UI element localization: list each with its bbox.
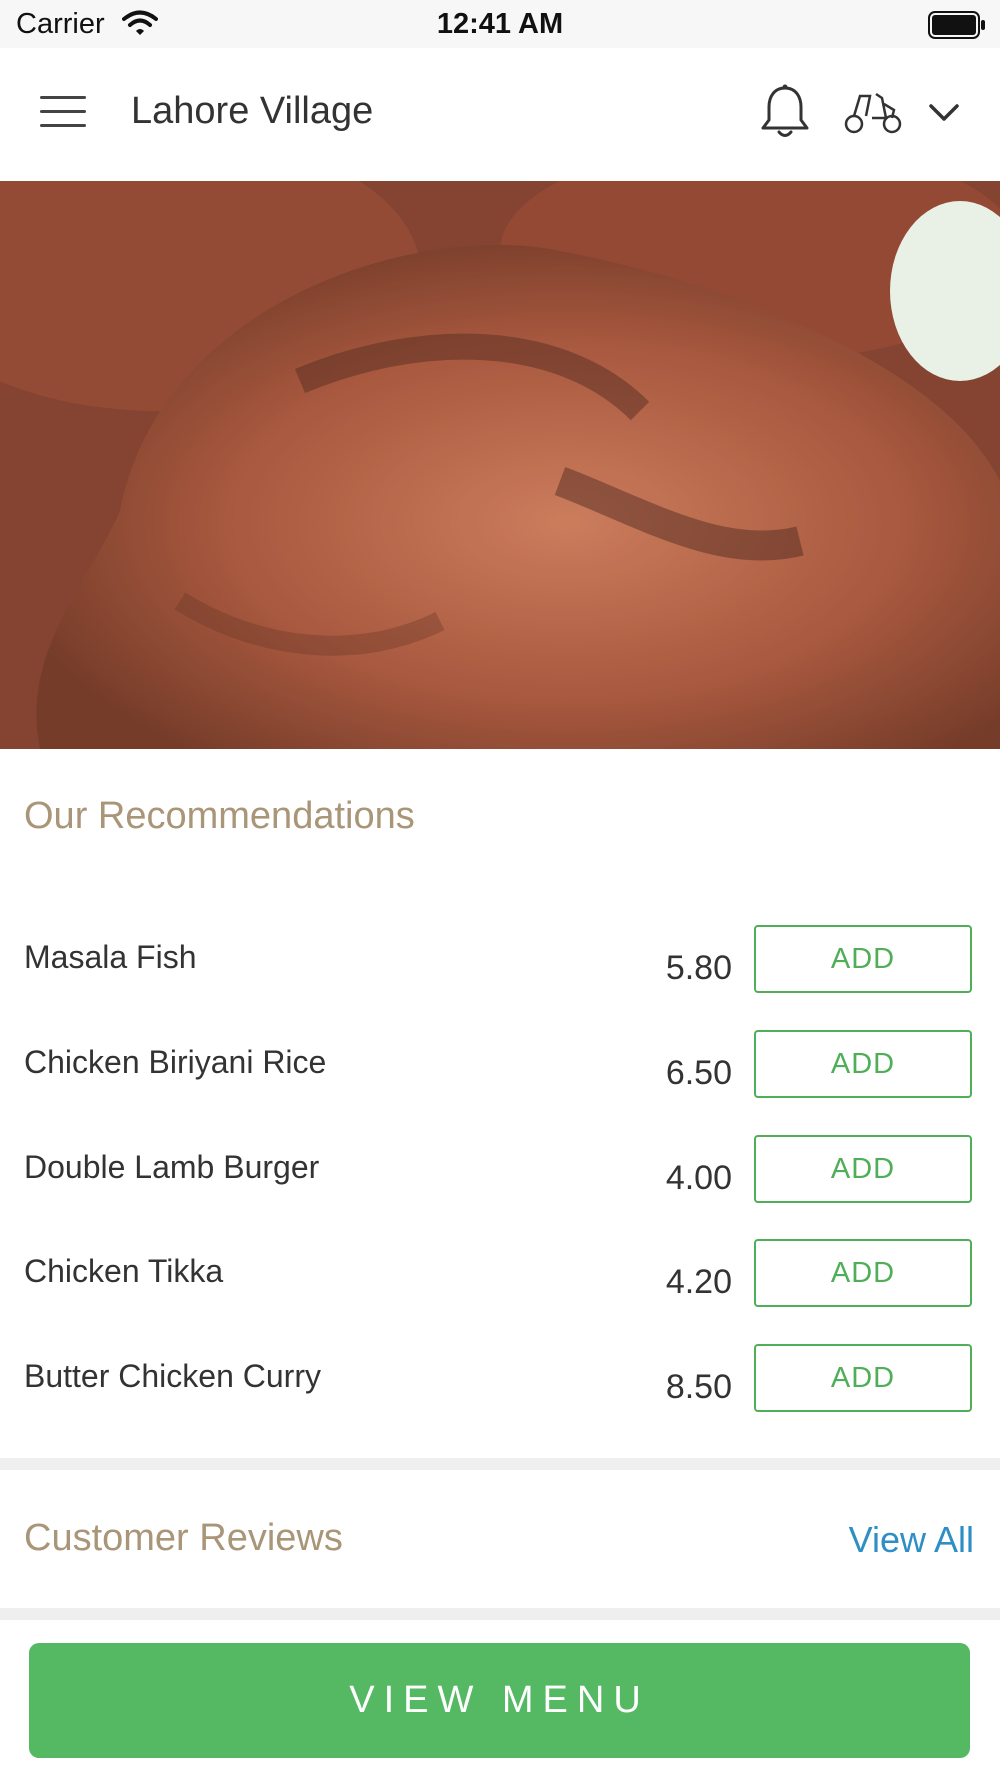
battery-icon [928, 11, 986, 44]
item-price: 5.80 [665, 949, 732, 987]
recommendations-title: Our Recommendations [24, 795, 415, 837]
list-item: Double Lamb Burger 4.00 ADD [0, 1129, 1000, 1234]
add-button[interactable]: ADD [754, 1239, 972, 1307]
item-name: Chicken Tikka [24, 1253, 224, 1289]
add-button[interactable]: ADD [754, 1030, 972, 1098]
add-button[interactable]: ADD [754, 1135, 972, 1203]
list-item: Chicken Tikka 4.20 ADD [0, 1233, 1000, 1338]
chevron-down-icon[interactable] [928, 102, 960, 129]
item-price: 4.20 [665, 1263, 732, 1301]
list-item: Masala Fish 5.80 ADD [0, 919, 1000, 1024]
app-header: Lahore Village [0, 48, 1000, 180]
list-item: Butter Chicken Curry 8.50 ADD [0, 1338, 1000, 1443]
hero-food-image [0, 181, 1000, 749]
status-time: 12:41 AM [436, 8, 564, 40]
hamburger-menu-icon[interactable] [40, 96, 86, 132]
item-name: Chicken Biriyani Rice [24, 1044, 327, 1080]
customer-reviews-title: Customer Reviews [24, 1517, 343, 1559]
item-name: Masala Fish [24, 939, 197, 975]
list-item: Chicken Biriyani Rice 6.50 ADD [0, 1024, 1000, 1129]
item-price: 6.50 [665, 1054, 732, 1092]
add-button[interactable]: ADD [754, 1344, 972, 1412]
status-bar: Carrier 12:41 AM [0, 0, 1000, 48]
view-menu-button[interactable]: VIEW MENU [29, 1643, 970, 1758]
item-name: Butter Chicken Curry [24, 1358, 321, 1394]
section-divider [0, 1458, 1000, 1470]
view-all-link[interactable]: View All [849, 1519, 974, 1561]
item-name: Double Lamb Burger [24, 1149, 320, 1185]
section-divider [0, 1608, 1000, 1620]
delivery-scooter-icon[interactable] [842, 88, 904, 139]
add-button[interactable]: ADD [754, 925, 972, 993]
page-title: Lahore Village [131, 90, 374, 132]
notification-bell-icon[interactable] [758, 84, 812, 145]
item-price: 8.50 [665, 1368, 732, 1406]
item-price: 4.00 [665, 1159, 732, 1197]
